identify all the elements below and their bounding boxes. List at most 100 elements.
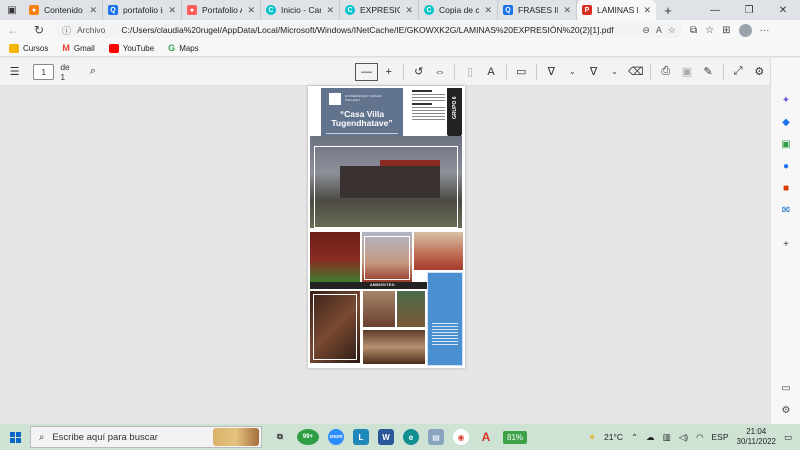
search-icon[interactable]: ⌕ <box>82 62 103 82</box>
sidebar-layout-icon[interactable]: ▭ <box>780 382 792 394</box>
taskbar-search-input[interactable]: ⌕ Escribe aquí para buscar <box>30 426 262 448</box>
draw-dropdown-icon[interactable]: ⌄ <box>562 62 583 82</box>
close-icon[interactable]: ✕ <box>247 5 255 16</box>
profile-avatar[interactable] <box>738 23 752 37</box>
read-aloud-icon[interactable]: A <box>481 62 502 82</box>
weather-temp[interactable]: 21°C <box>604 432 623 442</box>
weather-icon: ☀ <box>588 431 597 442</box>
eraser-icon[interactable]: ⌫ <box>625 62 646 82</box>
notifications-icon[interactable]: ▭ <box>784 432 792 443</box>
fullscreen-icon[interactable]: ⤢ <box>728 62 749 82</box>
app-l-icon[interactable]: L <box>353 429 369 445</box>
chrome-icon[interactable]: ◉ <box>453 429 469 445</box>
edge-icon[interactable]: e <box>403 429 419 445</box>
outlook-icon[interactable]: ✉ <box>780 204 792 216</box>
draw-icon[interactable]: ∇ <box>541 62 562 82</box>
print-icon[interactable]: ⎙ <box>655 62 676 82</box>
moodle-icon: ● <box>29 5 39 15</box>
bookmark-maps[interactable]: G Maps <box>168 43 199 53</box>
more-options-icon[interactable]: ··· <box>760 25 770 36</box>
tab-actions-icon[interactable]: ▣ <box>0 0 24 20</box>
folder-icon <box>9 43 19 53</box>
browser-tab[interactable]: CCopia de curr✕ <box>419 0 498 20</box>
office-icon[interactable]: ■ <box>780 182 792 194</box>
games-icon[interactable]: ● <box>780 160 792 172</box>
new-tab-button[interactable]: + <box>656 0 680 20</box>
close-icon[interactable]: ✕ <box>168 5 176 16</box>
whatsapp-icon[interactable]: 99+ <box>297 429 319 445</box>
close-icon[interactable]: ✕ <box>326 5 334 16</box>
document-title: “Casa Villa Tugendhatave” <box>331 109 393 128</box>
adobe-icon: ● <box>187 5 197 15</box>
browser-tab[interactable]: ●Portafolio Ar✕ <box>182 0 261 20</box>
discover-icon[interactable]: ✦ <box>780 94 792 106</box>
file-explorer-icon[interactable]: ▤ <box>428 429 444 445</box>
browser-tab-active[interactable]: PLAMINAS EX✕ <box>577 0 656 20</box>
pdf-page: UNIVERSIDAD CÉSAR VALLEJO “Casa Villa Tu… <box>308 86 465 368</box>
save-as-icon[interactable]: ✎ <box>698 62 719 82</box>
maximize-icon[interactable]: ❐ <box>732 0 766 20</box>
sidebar-settings-icon[interactable]: ⚙ <box>780 404 792 416</box>
gmail-icon: M <box>62 43 70 53</box>
windows-start-button[interactable] <box>0 431 30 443</box>
collections-icon[interactable]: ⊞ <box>722 25 730 36</box>
rotate-icon[interactable]: ↺ <box>408 62 429 82</box>
acrobat-icon[interactable]: A <box>478 429 494 445</box>
fit-page-icon[interactable]: ⇔ <box>429 62 450 82</box>
browser-tab[interactable]: ●Contenido / 2✕ <box>24 0 103 20</box>
windows-logo-icon <box>9 431 21 443</box>
close-window-icon[interactable]: ✕ <box>766 0 800 20</box>
show-hidden-icon[interactable]: ⌃ <box>631 432 638 443</box>
minimize-icon[interactable]: — <box>698 0 732 20</box>
highlight-icon[interactable]: ∇ <box>583 62 604 82</box>
add-icon[interactable]: + <box>780 238 792 250</box>
info-icon[interactable]: ⓘ <box>62 24 71 37</box>
youtube-icon <box>108 43 119 53</box>
favorite-star-icon[interactable]: ☆ <box>668 25 676 36</box>
pdf-viewer[interactable]: UNIVERSIDAD CÉSAR VALLEJO “Casa Villa Tu… <box>0 86 770 424</box>
search-icon: Q <box>108 5 118 15</box>
zoom-in-icon[interactable]: + <box>378 62 399 82</box>
page-view-icon[interactable]: ▯ <box>459 62 480 82</box>
read-aloud-icon[interactable]: A <box>656 25 662 35</box>
zoom-out-button[interactable]: — <box>355 62 379 81</box>
highlight-dropdown-icon[interactable]: ⌄ <box>604 62 625 82</box>
shopping-tag-icon[interactable]: ◆ <box>780 116 792 128</box>
bookmark-gmail[interactable]: M Gmail <box>62 43 94 53</box>
close-icon[interactable]: ✕ <box>484 5 492 16</box>
task-view-icon[interactable]: ⧉ <box>272 429 288 445</box>
notes-text <box>412 90 445 136</box>
wifi-icon[interactable]: ◠ <box>696 432 703 443</box>
bookmark-youtube[interactable]: YouTube <box>108 43 154 53</box>
bookmark-cursos[interactable]: Cursos <box>9 43 48 53</box>
extensions-icon[interactable]: ⧉ <box>690 25 697 36</box>
page-number-input[interactable]: 1 <box>33 63 55 80</box>
browser-tab[interactable]: QFRASES INSPI✕ <box>498 0 577 20</box>
settings-gear-icon[interactable]: ⚙ <box>749 62 770 82</box>
close-icon[interactable]: ✕ <box>405 5 413 16</box>
refresh-icon[interactable]: ↻ <box>26 23 52 37</box>
battery-indicator[interactable]: 81% <box>503 430 528 444</box>
word-icon[interactable]: W <box>378 429 394 445</box>
volume-icon[interactable]: ◁) <box>679 432 688 443</box>
language-indicator[interactable]: ESP <box>712 432 729 442</box>
browser-tab[interactable]: Qportafolio isa✕ <box>103 0 182 20</box>
zoom-icon[interactable]: ⊖ <box>642 25 650 36</box>
browser-tab[interactable]: CInicio - Canva✕ <box>261 0 340 20</box>
tools-icon[interactable]: ▣ <box>780 138 792 150</box>
zoom-app-icon[interactable]: zoom <box>328 429 344 445</box>
interior-thumb-2 <box>363 291 395 327</box>
immersive-reader-icon[interactable]: ▭ <box>511 62 532 82</box>
network-icon[interactable]: ▥ <box>663 432 671 443</box>
close-icon[interactable]: ✕ <box>89 5 97 16</box>
favorites-icon[interactable]: ☆ <box>705 25 714 36</box>
browser-tab[interactable]: CEXPRESIÓN G✕ <box>340 0 419 20</box>
url-input[interactable]: ⓘ Archivo C:/Users/claudia%20rugel/AppDa… <box>56 22 682 38</box>
back-arrow-icon[interactable]: ← <box>0 23 26 37</box>
save-icon[interactable]: ▣ <box>676 62 697 82</box>
contents-list-icon[interactable]: ☰ <box>4 62 25 82</box>
close-icon[interactable]: ✕ <box>643 5 651 16</box>
close-icon[interactable]: ✕ <box>563 5 571 16</box>
onedrive-icon[interactable]: ☁ <box>646 432 655 443</box>
clock[interactable]: 21:04 30/11/2022 <box>737 427 776 447</box>
